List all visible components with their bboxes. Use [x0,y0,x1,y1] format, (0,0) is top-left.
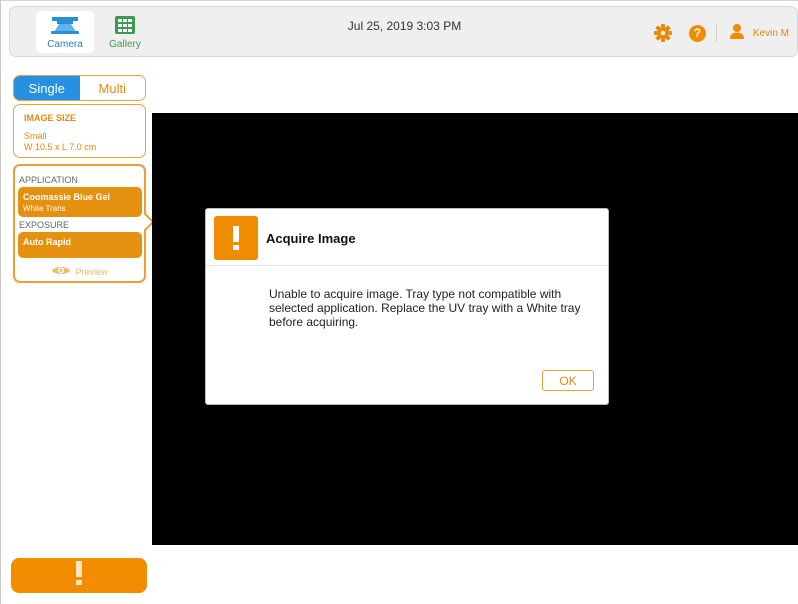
preview-label: Preview [75,267,108,277]
acquire-image-dialog: Acquire Image Unable to acquire image. T… [205,208,609,405]
top-right-controls: ? Kevin M [653,23,789,44]
application-name: Coomassie Blue Gel [23,192,111,202]
eye-icon [51,263,71,281]
exposure-name: Auto Rapid [23,237,71,247]
ok-button[interactable]: OK [542,370,594,391]
application-sub: White Trans [23,204,66,213]
image-size-dimensions: W 10.5 x L 7.0 cm [24,142,97,152]
window-top-border [0,0,798,1]
image-size-name: Small [24,131,47,141]
toolbar-divider [715,24,717,42]
multi-mode-button[interactable]: Multi [79,76,145,100]
dialog-message: Unable to acquire image. Tray type not c… [269,287,581,329]
application-label: APPLICATION [19,175,78,185]
image-size-title: IMAGE SIZE [24,113,77,123]
exposure-label: EXPOSURE [19,220,70,230]
camera-tab-label: Camera [47,39,83,50]
dialog-header: Acquire Image [206,209,608,266]
exposure-selector[interactable]: Auto Rapid [18,232,142,258]
gear-icon[interactable] [653,24,672,42]
window-left-border [0,0,1,604]
user-icon [729,23,745,44]
preview-button[interactable]: Preview [15,263,144,281]
warning-icon [214,216,258,260]
gallery-tab-label: Gallery [109,39,141,50]
application-card: APPLICATION Coomassie Blue Gel White Tra… [13,164,155,283]
top-bar: Camera Gallery Jul 25, 2019 3:03 PM ? Ke… [9,6,798,57]
image-size-card[interactable]: IMAGE SIZE Small W 10.5 x L 7.0 cm [13,104,146,158]
warning-icon [75,560,83,591]
single-mode-button[interactable]: Single [14,76,80,100]
acquire-button[interactable] [11,558,147,593]
application-selector[interactable]: Coomassie Blue Gel White Trans [18,187,142,217]
help-icon[interactable]: ? [688,24,706,42]
capture-mode-toggle: Single Multi [13,75,146,101]
user-name: Kevin M [752,27,789,39]
dialog-title: Acquire Image [266,231,356,246]
user-menu[interactable]: Kevin M [729,23,789,44]
